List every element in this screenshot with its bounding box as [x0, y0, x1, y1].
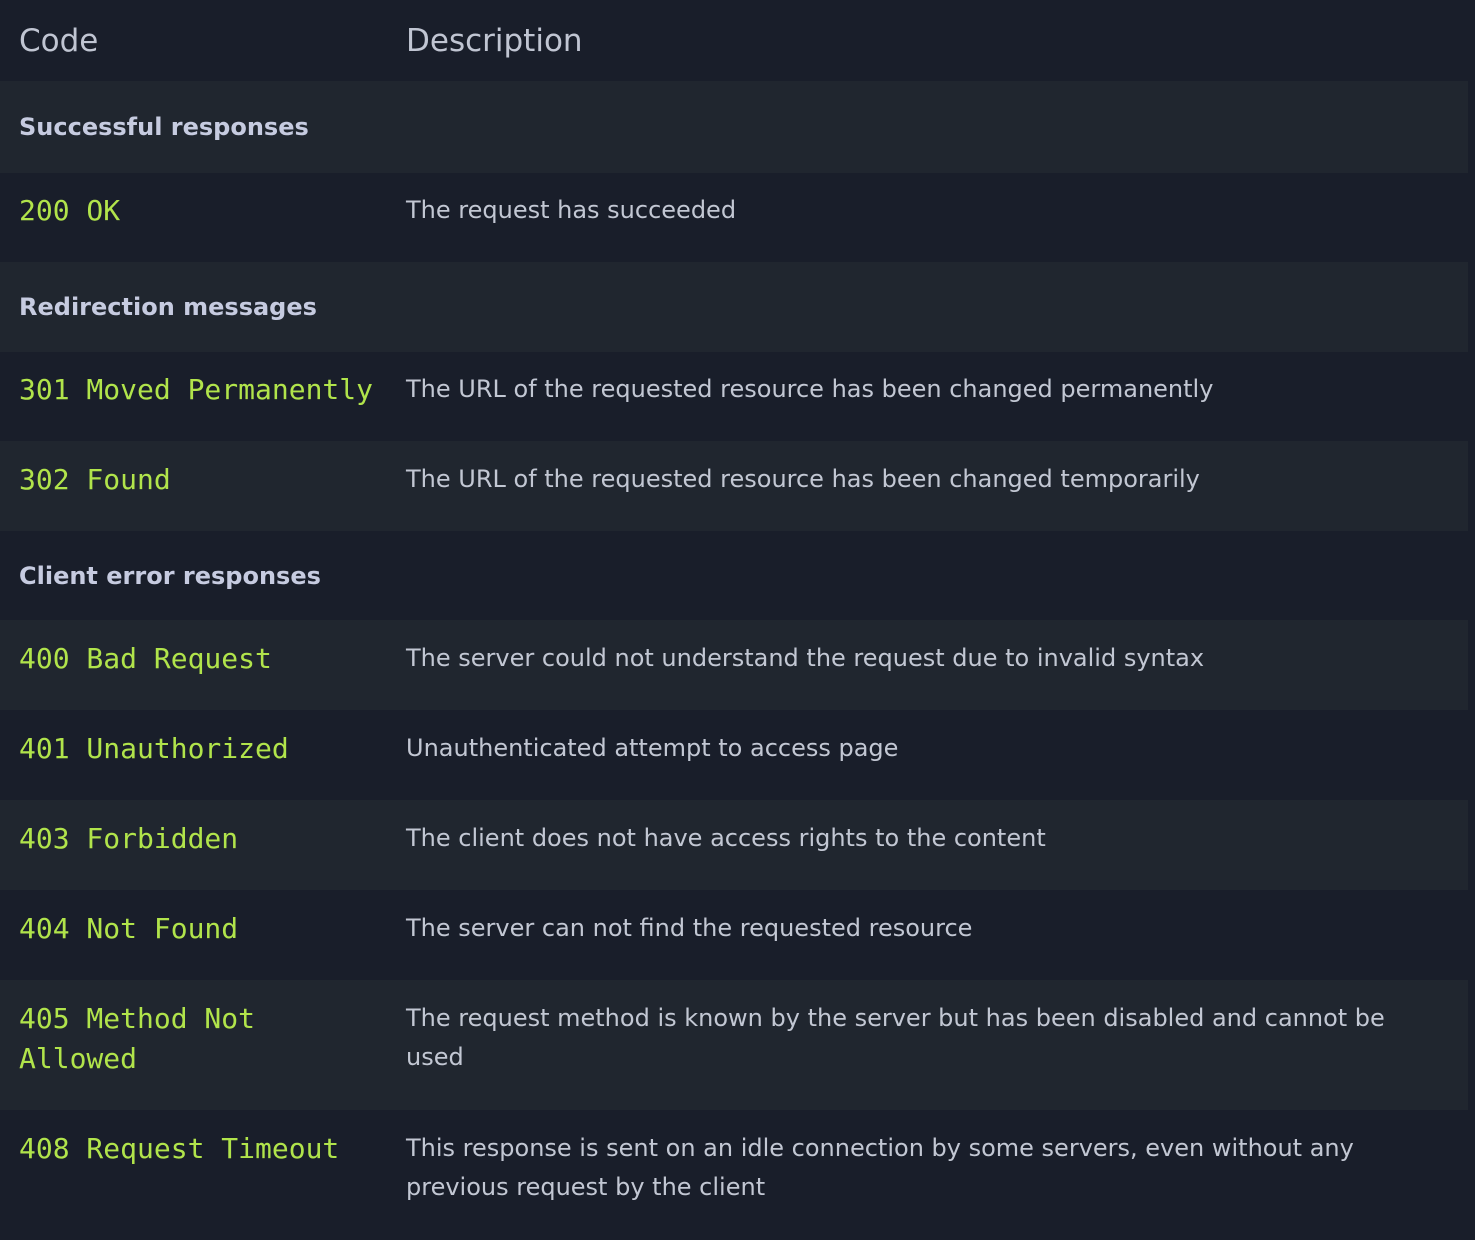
status-code: 302 Found — [19, 463, 171, 496]
status-description: Unauthenticated attempt to access page — [406, 734, 899, 762]
status-description: The URL of the requested resource has be… — [406, 465, 1200, 493]
status-code-table: Code Description Successful responses 20… — [0, 0, 1468, 1240]
table-row: 400 Bad Request The server could not und… — [0, 620, 1468, 710]
table-row: 405 Method Not Allowed The request metho… — [0, 980, 1468, 1110]
status-description: The request method is known by the serve… — [406, 1004, 1385, 1071]
status-code: 400 Bad Request — [19, 642, 272, 675]
status-code: 408 Request Timeout — [19, 1132, 340, 1165]
status-description: The URL of the requested resource has be… — [406, 375, 1214, 403]
group-row-redirection: Redirection messages — [0, 262, 1468, 352]
table-row: 200 OK The request has succeeded — [0, 173, 1468, 262]
table-row: 401 Unauthorized Unauthenticated attempt… — [0, 710, 1468, 800]
status-code: 200 OK — [19, 194, 121, 227]
table-header: Code Description — [0, 0, 1468, 81]
column-header-description: Description — [406, 22, 583, 59]
table-row: 302 Found The URL of the requested resou… — [0, 441, 1468, 531]
table-row: 404 Not Found The server can not find th… — [0, 890, 1468, 980]
status-description: The request has succeeded — [406, 196, 737, 224]
table-row: 408 Request Timeout This response is sen… — [0, 1110, 1468, 1240]
group-label: Client error responses — [19, 561, 321, 590]
status-description: This response is sent on an idle connect… — [406, 1134, 1354, 1201]
status-code: 404 Not Found — [19, 912, 239, 945]
table-row: 403 Forbidden The client does not have a… — [0, 800, 1468, 890]
group-label: Successful responses — [19, 113, 309, 141]
group-row-client-error: Client error responses — [0, 531, 1468, 620]
status-description: The client does not have access rights t… — [406, 824, 1046, 852]
status-code: 403 Forbidden — [19, 822, 239, 855]
column-header-code: Code — [19, 22, 99, 59]
status-code: 401 Unauthorized — [19, 732, 289, 765]
table-row: 301 Moved Permanently The URL of the req… — [0, 352, 1468, 441]
status-code: 405 Method Not Allowed — [19, 1002, 256, 1075]
group-row-successful: Successful responses — [0, 81, 1468, 173]
status-code: 301 Moved Permanently — [19, 373, 374, 406]
group-label: Redirection messages — [19, 293, 317, 321]
status-description: The server could not understand the requ… — [406, 644, 1205, 672]
status-description: The server can not find the requested re… — [406, 914, 973, 942]
